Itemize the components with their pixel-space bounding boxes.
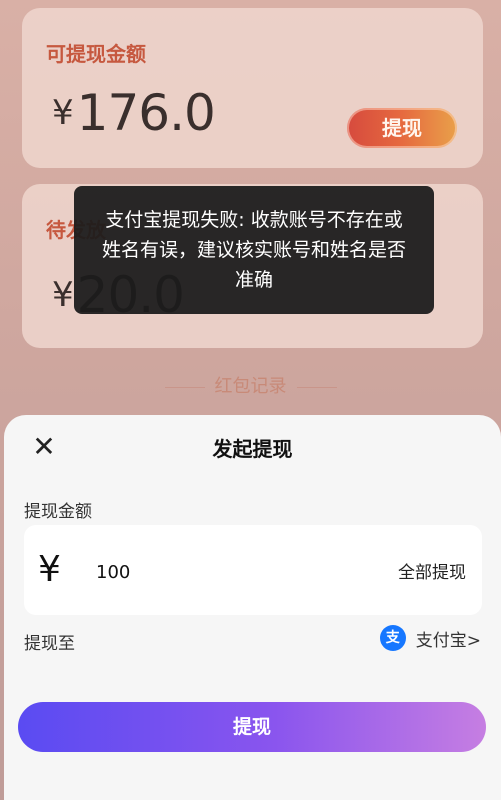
red-packet-record-link[interactable]: 红包记录	[0, 372, 501, 398]
error-toast: 支付宝提现失败: 收款账号不存在或姓名有误，建议核实账号和姓名是否准确	[74, 186, 434, 314]
withdrawable-title: 可提现金额	[46, 42, 146, 66]
withdrawable-value: 176.0	[76, 84, 216, 142]
toast-message: 支付宝提现失败: 收款账号不存在或姓名有误，建议核实账号和姓名是否准确	[101, 209, 406, 291]
withdraw-all-button[interactable]: 全部提现	[398, 558, 466, 583]
withdrawable-card: 可提现金额 ¥176.0 提现	[22, 8, 483, 168]
alipay-icon: 支	[379, 625, 406, 651]
amount-label: 提现金额	[24, 502, 92, 522]
destination-label: 提现至	[24, 634, 75, 654]
currency-symbol: ¥	[52, 93, 74, 133]
amount-input[interactable]	[94, 558, 298, 586]
card-withdraw-button[interactable]: 提现	[347, 108, 457, 148]
sheet-title: 发起提现	[212, 437, 293, 461]
submit-withdraw-button[interactable]: 提现	[18, 702, 486, 752]
withdrawable-amount: ¥176.0	[52, 84, 216, 142]
withdraw-sheet: ✕ 发起提现 提现金额 ¥ 全部提现 提现至 支 支付宝> 提现	[4, 415, 501, 800]
yen-icon: ¥	[38, 549, 61, 590]
currency-symbol: ¥	[52, 275, 74, 315]
destination-value: 支付宝>	[415, 630, 481, 651]
amount-field: ¥ 全部提现	[24, 525, 482, 615]
destination-selector[interactable]: 支 支付宝>	[379, 625, 481, 651]
